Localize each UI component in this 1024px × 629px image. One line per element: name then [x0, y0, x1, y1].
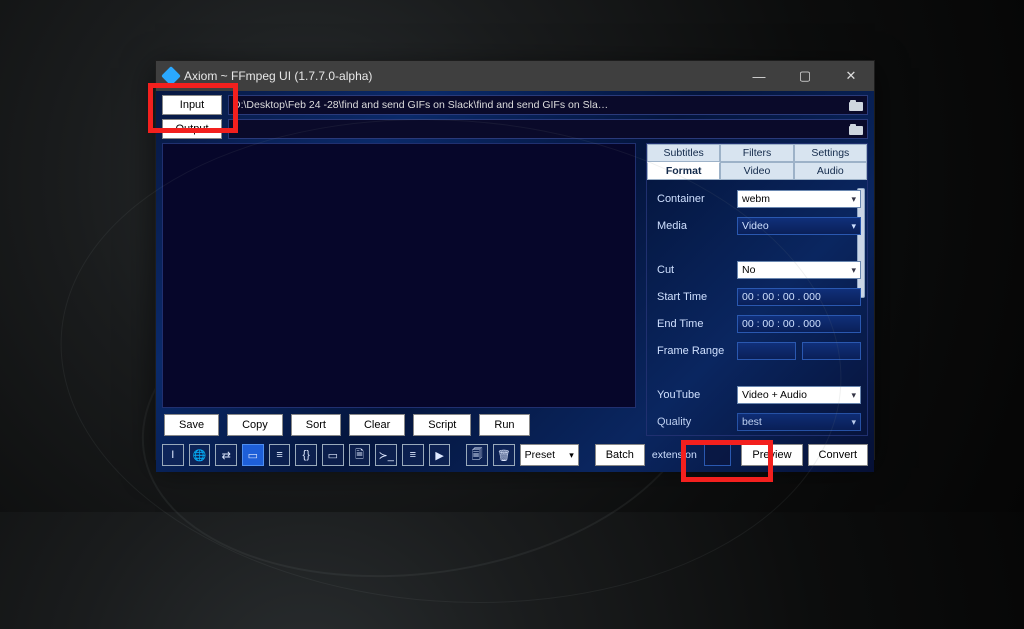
swap-icon[interactable]: ⇄	[215, 444, 237, 466]
input-path-field[interactable]: D:\Desktop\Feb 24 -28\find and send GIFs…	[228, 95, 868, 115]
extension-input[interactable]	[704, 444, 732, 466]
window-title: Axiom ~ FFmpeg UI (1.7.7.0-alpha)	[184, 69, 736, 83]
copy-icon[interactable]: 🗐	[466, 444, 488, 466]
youtube-dropdown[interactable]: Video + Audio	[737, 386, 861, 404]
doc-icon[interactable]: 🗎	[349, 444, 371, 466]
web-icon[interactable]: 🌐	[189, 444, 211, 466]
input-row: Input D:\Desktop\Feb 24 -28\find and sen…	[162, 95, 868, 115]
app-icon	[161, 66, 181, 86]
youtube-label: YouTube	[657, 389, 731, 401]
run-button[interactable]: Run	[479, 414, 529, 436]
quality-row: Quality best	[657, 413, 861, 431]
trash-icon[interactable]: 🗑	[493, 444, 515, 466]
end-time-label: End Time	[657, 318, 731, 330]
input-button[interactable]: Input	[162, 95, 222, 115]
frame-end-input[interactable]	[802, 342, 861, 360]
output-button[interactable]: Output	[162, 119, 222, 139]
quality-dropdown[interactable]: best	[737, 413, 861, 431]
output-path-field[interactable]	[228, 119, 868, 139]
client-area: Input D:\Desktop\Feb 24 -28\find and sen…	[156, 91, 874, 472]
convert-button[interactable]: Convert	[808, 444, 869, 466]
tabs-row-2: Format Video Audio	[647, 162, 867, 180]
bottom-toolbar: I 🌐 ⇄ ▭ ≡ {} ▭ 🗎 ≻_ ≡ ▶ 🗐 🗑 Preset Batch…	[162, 440, 868, 466]
play-icon[interactable]: ▶	[429, 444, 451, 466]
titlebar: Axiom ~ FFmpeg UI (1.7.7.0-alpha) — ▢ ✕	[156, 61, 874, 91]
cut-row: Cut No	[657, 261, 861, 279]
braces-icon[interactable]: {}	[295, 444, 317, 466]
main-split: Save Copy Sort Clear Script Run Subtitle…	[162, 143, 868, 436]
output-row: Output	[162, 119, 868, 139]
preview-button[interactable]: Preview	[741, 444, 802, 466]
clear-button[interactable]: Clear	[349, 414, 405, 436]
batch-button[interactable]: Batch	[595, 444, 645, 466]
container-dropdown[interactable]: webm	[737, 190, 861, 208]
list-icon[interactable]: ≡	[269, 444, 291, 466]
input-path-text: D:\Desktop\Feb 24 -28\find and send GIFs…	[233, 99, 608, 111]
cut-dropdown[interactable]: No	[737, 261, 861, 279]
container-label: Container	[657, 193, 731, 205]
tab-settings[interactable]: Settings	[794, 144, 867, 162]
start-time-label: Start Time	[657, 291, 731, 303]
maximize-button[interactable]: ▢	[782, 61, 828, 91]
tab-filters[interactable]: Filters	[720, 144, 793, 162]
right-pane: Subtitles Filters Settings Format Video …	[646, 143, 868, 436]
open-output-icon[interactable]	[849, 123, 863, 135]
open-file-icon[interactable]	[849, 99, 863, 111]
media-label: Media	[657, 220, 731, 232]
start-time-input[interactable]: 00 : 00 : 00 . 000	[737, 288, 861, 306]
extension-label: extension	[650, 449, 699, 461]
tab-subtitles[interactable]: Subtitles	[647, 144, 720, 162]
rect-icon[interactable]: ▭	[322, 444, 344, 466]
lines-icon[interactable]: ≡	[402, 444, 424, 466]
media-dropdown[interactable]: Video	[737, 217, 861, 235]
quality-label: Quality	[657, 416, 731, 428]
log-textbox[interactable]	[162, 143, 636, 408]
tab-audio[interactable]: Audio	[794, 162, 867, 180]
frame-start-input[interactable]	[737, 342, 796, 360]
highlight-preview	[681, 440, 773, 482]
copy-button[interactable]: Copy	[227, 414, 283, 436]
format-panel: Container webm Media Video Cut No Start …	[647, 180, 867, 435]
terminal-icon[interactable]: ≻_	[375, 444, 397, 466]
left-pane: Save Copy Sort Clear Script Run	[162, 143, 636, 436]
close-button[interactable]: ✕	[828, 61, 874, 91]
preset-dropdown[interactable]: Preset	[520, 444, 579, 466]
window-icon[interactable]: ▭	[242, 444, 264, 466]
tab-video[interactable]: Video	[720, 162, 793, 180]
app-window: Axiom ~ FFmpeg UI (1.7.7.0-alpha) — ▢ ✕ …	[155, 60, 875, 460]
end-time-row: End Time 00 : 00 : 00 . 000	[657, 315, 861, 333]
start-time-row: Start Time 00 : 00 : 00 . 000	[657, 288, 861, 306]
cut-label: Cut	[657, 264, 731, 276]
save-button[interactable]: Save	[164, 414, 219, 436]
end-time-input[interactable]: 00 : 00 : 00 . 000	[737, 315, 861, 333]
media-row: Media Video	[657, 217, 861, 235]
frame-range-label: Frame Range	[657, 345, 731, 357]
minimize-button[interactable]: —	[736, 61, 782, 91]
action-row: Save Copy Sort Clear Script Run	[162, 414, 636, 436]
container-row: Container webm	[657, 190, 861, 208]
info-icon[interactable]: I	[162, 444, 184, 466]
youtube-row: YouTube Video + Audio	[657, 386, 861, 404]
tab-format[interactable]: Format	[647, 162, 720, 180]
tabs-row-1: Subtitles Filters Settings	[647, 144, 867, 162]
frame-range-row: Frame Range	[657, 342, 861, 360]
script-button[interactable]: Script	[413, 414, 471, 436]
sort-button[interactable]: Sort	[291, 414, 341, 436]
